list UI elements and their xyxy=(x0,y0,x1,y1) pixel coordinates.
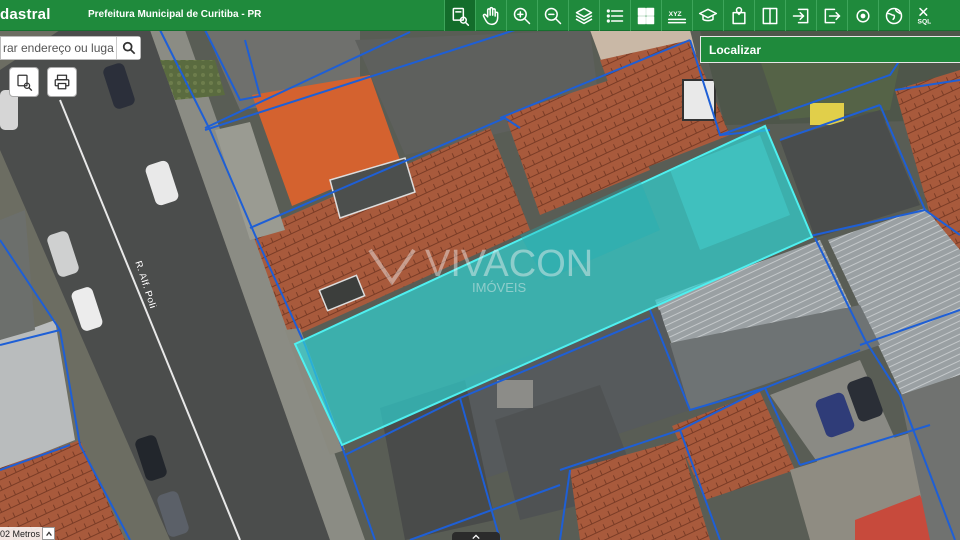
tool-sql[interactable]: SQL xyxy=(909,0,940,31)
tool-globe[interactable] xyxy=(878,0,909,31)
tool-target[interactable] xyxy=(847,0,878,31)
aerial-map[interactable]: VIVACON IMÓVEIS R. Alf. Poli xyxy=(0,0,960,540)
tool-education[interactable] xyxy=(692,0,723,31)
app-title: dastral xyxy=(0,6,51,23)
identify-icon xyxy=(17,74,33,91)
graduation-cap-icon xyxy=(698,8,718,21)
globe-icon xyxy=(885,7,903,24)
scale-bar: 02 Metros xyxy=(0,527,45,540)
tool-grid[interactable] xyxy=(630,0,661,31)
search-box xyxy=(0,36,141,60)
watermark-subtext: IMÓVEIS xyxy=(472,280,527,295)
tool-list[interactable] xyxy=(599,0,630,31)
search-button[interactable] xyxy=(116,37,140,59)
search-input[interactable] xyxy=(1,37,116,59)
hand-pan-icon xyxy=(482,6,499,25)
tool-map-document[interactable] xyxy=(723,0,754,31)
top-bar: dastral Prefeitura Municipal de Curitiba… xyxy=(0,0,960,31)
identify-tool-button[interactable] xyxy=(9,67,39,97)
layers-icon xyxy=(575,7,593,24)
search-icon xyxy=(122,41,135,55)
target-icon xyxy=(856,8,870,23)
zoom-in-icon xyxy=(513,7,531,24)
rooftop-box xyxy=(497,380,533,408)
watermark-text: VIVACON xyxy=(425,243,593,285)
expand-panel-button[interactable] xyxy=(452,532,500,540)
xyz-label: XYZ xyxy=(669,11,682,18)
scale-toggle-button[interactable] xyxy=(42,527,55,540)
org-name: Prefeitura Municipal de Curitiba - PR xyxy=(88,9,262,20)
tool-identify[interactable] xyxy=(444,0,475,31)
tool-import[interactable] xyxy=(785,0,816,31)
toolbar: XYZ SQL xyxy=(444,0,940,31)
tool-split-view[interactable] xyxy=(754,0,785,31)
sql-label: SQL xyxy=(918,18,932,25)
tool-layers[interactable] xyxy=(568,0,599,31)
xyz-icon: XYZ xyxy=(667,11,687,23)
map-pin-document-icon xyxy=(732,6,746,24)
scale-text: 02 Metros xyxy=(0,528,41,539)
panel-title: Localizar xyxy=(709,43,762,57)
rooftop-box xyxy=(682,79,716,121)
localizar-panel[interactable]: Localizar xyxy=(700,36,960,63)
tool-xyz[interactable]: XYZ xyxy=(661,0,692,31)
chevron-up-icon xyxy=(472,534,480,540)
list-icon xyxy=(606,8,624,23)
export-icon xyxy=(824,8,841,23)
chevron-up-icon xyxy=(45,530,52,536)
grid-icon xyxy=(637,7,655,24)
import-icon xyxy=(792,8,809,23)
tool-zoom-out[interactable] xyxy=(537,0,568,31)
printer-icon xyxy=(54,74,70,90)
yellow-object xyxy=(810,103,844,125)
print-button[interactable] xyxy=(47,67,77,97)
sql-icon: SQL xyxy=(918,7,932,25)
zoom-out-icon xyxy=(544,7,562,24)
tool-pan[interactable] xyxy=(475,0,506,31)
identify-icon xyxy=(452,7,470,26)
split-view-icon xyxy=(762,7,778,24)
tool-export[interactable] xyxy=(816,0,847,31)
tool-zoom-in[interactable] xyxy=(506,0,537,31)
